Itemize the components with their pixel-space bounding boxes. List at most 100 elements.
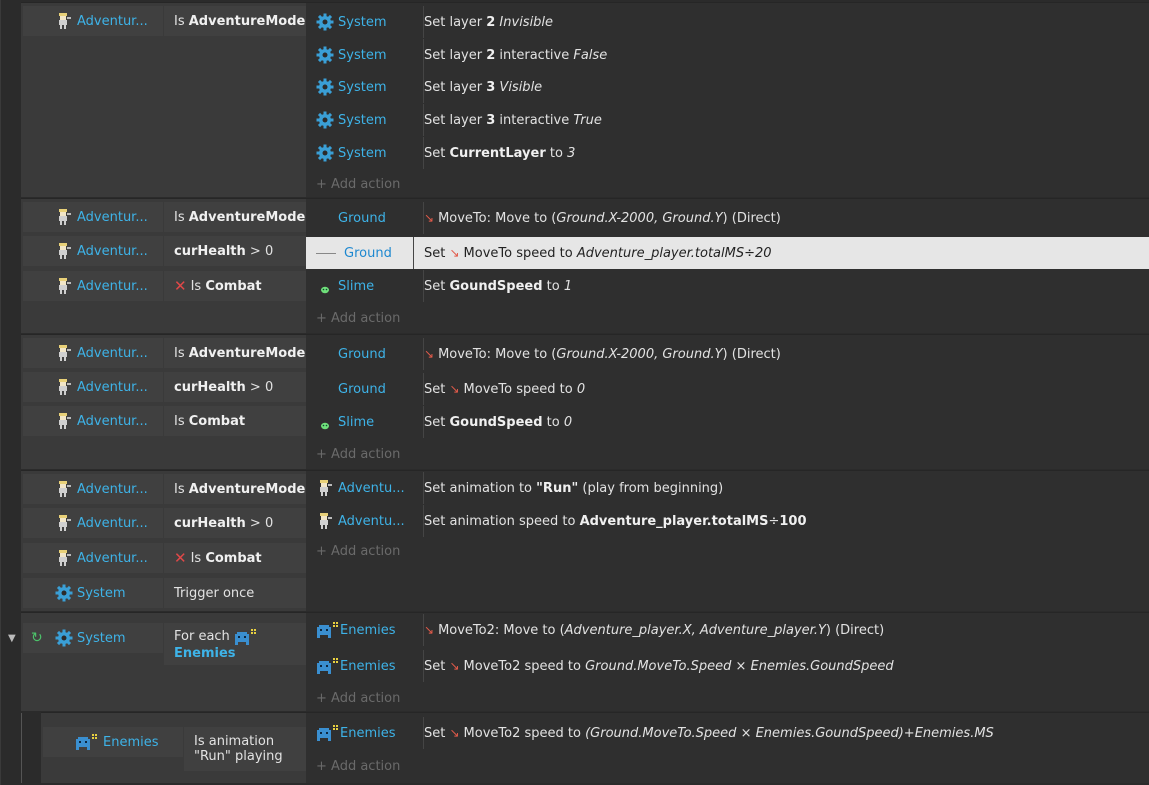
action-object[interactable]: Ground xyxy=(306,373,424,405)
text-segment: > 0 xyxy=(245,379,274,395)
bold-value: 2 xyxy=(486,47,496,63)
italic-value: True xyxy=(573,112,602,128)
condition-text[interactable]: Trigger once xyxy=(164,578,306,608)
action-object-name: Enemies xyxy=(340,622,396,638)
gear-icon xyxy=(316,13,334,31)
condition-object[interactable]: Adventur... xyxy=(23,202,163,232)
action-object[interactable]: Adventu... xyxy=(306,472,424,504)
condition-object-name: System xyxy=(77,630,126,646)
text-segment: MoveTo2: Move to ( xyxy=(438,622,565,638)
event-block: Enemies Is animation "Run" playing Enemies S… xyxy=(21,712,1149,783)
bold-value: Combat xyxy=(205,278,262,294)
text-segment: Trigger once xyxy=(174,585,255,601)
action-object[interactable]: System xyxy=(306,137,424,169)
condition-object[interactable]: Adventur... xyxy=(23,6,163,36)
action-object[interactable]: Slime xyxy=(306,406,424,438)
action-object[interactable]: System xyxy=(306,39,424,71)
bold-value: Combat xyxy=(205,550,262,566)
moveto-behavior-icon: ↘ xyxy=(449,382,460,396)
italic-value: 1 xyxy=(563,278,573,294)
condition-text[interactable]: Is animation "Run" playing xyxy=(184,727,306,771)
condition-text[interactable]: ✕ Is Combat xyxy=(164,543,306,573)
action-object[interactable]: System xyxy=(306,71,424,103)
condition-text[interactable]: Is AdventureMode xyxy=(164,6,306,36)
condition-object[interactable]: Adventur... xyxy=(23,271,163,301)
condition-object[interactable]: Enemies xyxy=(43,727,183,757)
add-action-button[interactable]: + Add action xyxy=(316,687,400,709)
text-segment: Set xyxy=(424,145,450,161)
action-object[interactable]: Adventu... xyxy=(306,505,424,537)
action-object[interactable]: Enemies xyxy=(306,717,424,749)
condition-text[interactable]: Is Combat xyxy=(164,406,306,436)
action-object[interactable]: Ground xyxy=(306,202,424,234)
action-row[interactable]: System Set layer 2 interactive False xyxy=(306,39,1149,71)
condition-text[interactable]: curHealth > 0 xyxy=(164,508,306,538)
action-object[interactable]: System xyxy=(306,6,424,38)
event-block: Adventur... Is AdventureMode System Set lay… xyxy=(21,2,1149,197)
actions-column: Enemies ↘ MoveTo2: Move to (Adventure_play… xyxy=(306,613,1149,711)
condition-text[interactable]: Is AdventureMode xyxy=(164,202,306,232)
action-row[interactable]: System Set layer 3 interactive True xyxy=(306,104,1149,136)
condition-object[interactable]: Adventur... xyxy=(23,338,163,368)
condition-object[interactable]: Adventur... xyxy=(23,372,163,402)
action-row[interactable]: Adventu... Set animation to "Run" (play f… xyxy=(306,472,1149,504)
bold-value: AdventureMode xyxy=(188,481,306,497)
condition-line: Enemies xyxy=(174,646,236,661)
action-row[interactable]: Ground Set ↘ MoveTo speed to Adventure_pla… xyxy=(306,237,1149,269)
player-sprite-icon xyxy=(55,549,73,567)
action-row[interactable]: Adventu... Set animation speed to Adventu… xyxy=(306,505,1149,537)
action-row[interactable]: Enemies ↘ MoveTo2: Move to (Adventure_play… xyxy=(306,614,1149,646)
inverted-condition-icon: ✕ xyxy=(174,549,187,567)
player-sprite-icon xyxy=(55,378,73,396)
condition-object[interactable]: Adventur... xyxy=(23,406,163,436)
condition-text[interactable]: curHealth > 0 xyxy=(164,372,306,402)
condition-object[interactable]: System xyxy=(23,623,163,653)
action-object[interactable]: Slime xyxy=(306,270,424,302)
enemies-icon xyxy=(234,628,258,646)
bold-value: curHealth xyxy=(174,379,246,395)
action-row[interactable]: Enemies Set ↘ MoveTo2 speed to (Ground.Mov… xyxy=(306,717,1149,749)
add-action-button[interactable]: + Add action xyxy=(316,173,400,195)
italic-value: Visible xyxy=(499,79,543,95)
collapse-toggle-icon[interactable]: ▼ xyxy=(8,633,16,644)
add-action-button[interactable]: + Add action xyxy=(316,307,400,329)
action-object[interactable]: Ground xyxy=(306,237,414,269)
condition-text[interactable]: curHealth > 0 xyxy=(164,236,306,266)
add-action-button[interactable]: + Add action xyxy=(316,755,400,777)
action-object-name: Ground xyxy=(344,245,392,261)
condition-object[interactable]: Adventur... xyxy=(23,508,163,538)
object-name[interactable]: Enemies xyxy=(174,646,236,661)
action-row[interactable]: Enemies Set ↘ MoveTo2 speed to Ground.Move… xyxy=(306,650,1149,682)
condition-object[interactable]: Adventur... xyxy=(23,543,163,573)
action-row[interactable]: Ground Set ↘ MoveTo speed to 0 xyxy=(306,373,1149,405)
action-object[interactable]: Enemies xyxy=(306,650,424,682)
action-text: Set GoundSpeed to 0 xyxy=(414,406,572,438)
action-object[interactable]: Enemies xyxy=(306,614,424,646)
condition-text[interactable]: For each Enemies xyxy=(164,623,306,665)
moveto-behavior-icon: ↘ xyxy=(449,659,460,673)
condition-text[interactable]: ✕ Is Combat xyxy=(164,271,306,301)
moveto-behavior-icon: ↘ xyxy=(424,211,435,225)
condition-object[interactable]: Adventur... xyxy=(23,474,163,504)
bold-value: 100 xyxy=(779,513,807,529)
add-action-button[interactable]: + Add action xyxy=(316,443,400,465)
action-object-name: System xyxy=(338,112,387,128)
action-row[interactable]: System Set CurrentLayer to 3 xyxy=(306,137,1149,169)
condition-text[interactable]: Is AdventureMode xyxy=(164,338,306,368)
add-action-button[interactable]: + Add action xyxy=(316,540,400,562)
action-object[interactable]: Ground xyxy=(306,338,424,370)
bold-value: Combat xyxy=(188,413,246,429)
condition-object[interactable]: Adventur... xyxy=(23,236,163,266)
action-object[interactable]: System xyxy=(306,104,424,136)
action-row[interactable]: Ground ↘ MoveTo: Move to (Ground.X-2000, G… xyxy=(306,202,1149,234)
condition-object[interactable]: System xyxy=(23,578,163,608)
italic-value: Ground.X-2000, Ground.Y xyxy=(556,210,723,226)
action-row[interactable]: Slime Set GoundSpeed to 0 xyxy=(306,406,1149,438)
action-row[interactable]: Ground ↘ MoveTo: Move to (Ground.X-2000, G… xyxy=(306,338,1149,370)
action-row[interactable]: System Set layer 2 Invisible xyxy=(306,6,1149,38)
text-segment: MoveTo speed to xyxy=(463,245,577,261)
condition-text[interactable]: Is AdventureMode xyxy=(164,474,306,504)
action-object-name: Ground xyxy=(338,346,386,362)
action-row[interactable]: Slime Set GoundSpeed to 1 xyxy=(306,270,1149,302)
action-row[interactable]: System Set layer 3 Visible xyxy=(306,71,1149,103)
